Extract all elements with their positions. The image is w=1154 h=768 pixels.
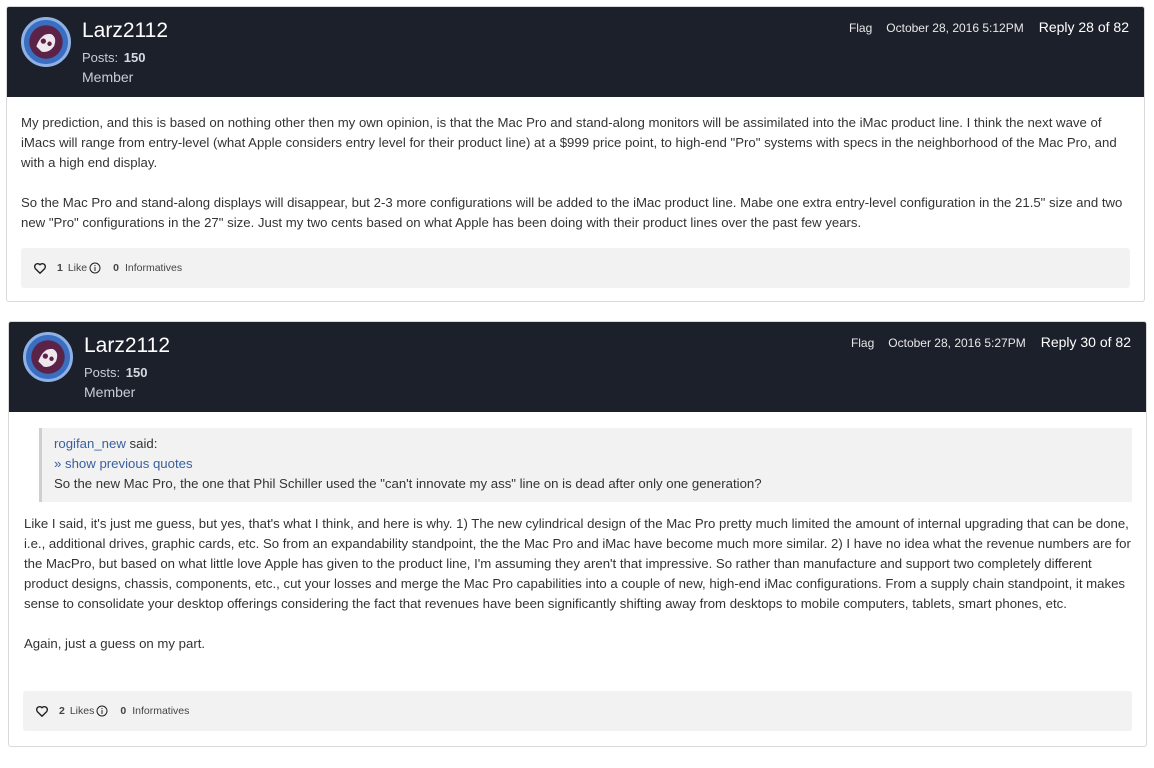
avatar-icon [24,20,68,64]
post-date[interactable]: October 28, 2016 5:27PM [888,336,1025,350]
likes-label[interactable]: Likes [70,705,95,717]
forum-post: Larz2112 Posts: 150 Member Flag October … [8,321,1147,747]
informatives-count: 0 [113,262,119,274]
post-count: Posts: 150 [84,365,147,380]
post-paragraph: Like I said, it's just me guess, but yes… [24,516,1131,611]
likes-label[interactable]: Like [68,262,87,274]
username[interactable]: Larz2112 [82,19,168,43]
post-body: Like I said, it's just me guess, but yes… [9,514,1146,654]
informatives-label[interactable]: Informatives [132,705,189,717]
heart-icon[interactable] [35,704,49,718]
info-icon[interactable] [96,705,108,717]
heart-icon[interactable] [33,261,47,275]
user-rank: Member [82,69,134,85]
info-icon[interactable] [89,262,101,274]
reply-counter: Reply 28 of 82 [1038,19,1129,35]
username[interactable]: Larz2112 [84,334,170,358]
reply-counter: Reply 30 of 82 [1040,334,1131,350]
avatar-icon [26,335,70,379]
post-paragraph: Again, just a guess on my part. [24,636,206,651]
post-paragraph: My prediction, and this is based on noth… [21,115,1117,170]
reactions-bar: 1 Like 0 Informatives [21,248,1130,288]
avatar[interactable] [21,17,71,67]
informatives-count: 0 [120,705,127,717]
post-meta: Flag October 28, 2016 5:27PM Reply 30 of… [851,334,1131,350]
post-meta: Flag October 28, 2016 5:12PM Reply 28 of… [849,19,1129,35]
post-header: Larz2112 Posts: 150 Member Flag October … [7,7,1144,97]
forum-post: Larz2112 Posts: 150 Member Flag October … [6,6,1145,302]
likes-count: 1 [57,262,63,274]
quote-block: rogifan_new said: » show previous quotes… [39,428,1132,502]
post-count: Posts: 150 [82,50,145,65]
post-date[interactable]: October 28, 2016 5:12PM [886,21,1023,35]
show-previous-quotes-link[interactable]: » show previous quotes [54,454,1120,474]
avatar[interactable] [23,332,73,382]
posts-label: Posts: [84,365,121,380]
flag-link[interactable]: Flag [851,336,874,350]
post-body: My prediction, and this is based on noth… [7,97,1144,233]
posts-label: Posts: [82,50,119,65]
posts-count: 150 [125,365,148,380]
post-header: Larz2112 Posts: 150 Member Flag October … [9,322,1146,412]
informatives-label[interactable]: Informatives [125,262,182,274]
likes-count: 2 [59,705,65,717]
posts-count: 150 [123,50,146,65]
quote-said: said: [125,436,158,451]
quote-text: So the new Mac Pro, the one that Phil Sc… [54,476,762,491]
quote-author-link[interactable]: rogifan_new [54,436,126,451]
flag-link[interactable]: Flag [849,21,872,35]
user-rank: Member [84,384,136,400]
quote-header: rogifan_new said: [54,434,1120,454]
reactions-bar: 2 Likes 0 Informatives [23,691,1132,731]
post-paragraph: So the Mac Pro and stand-along displays … [21,195,1123,230]
